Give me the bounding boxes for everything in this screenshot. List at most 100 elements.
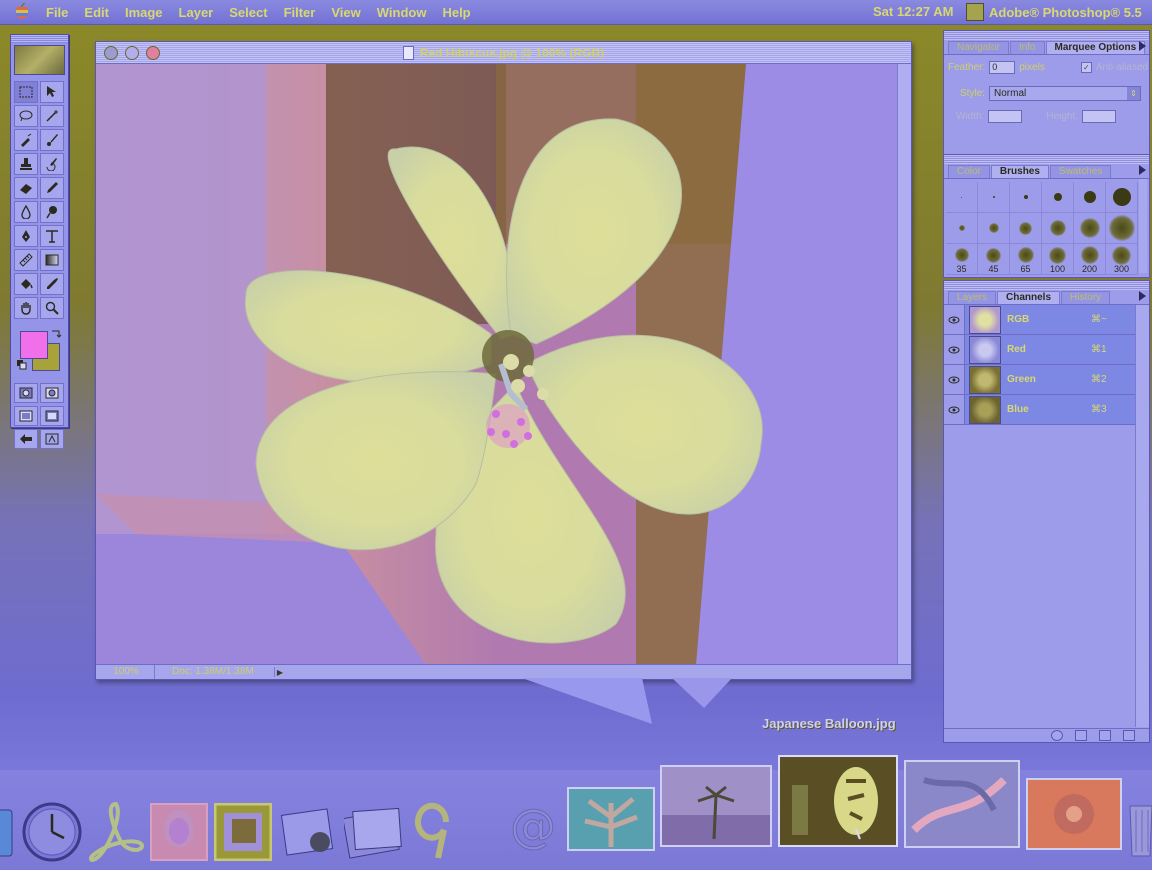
brush-soft-65[interactable]: 65 <box>1010 244 1042 275</box>
swap-colors-icon[interactable] <box>50 329 62 339</box>
style-select[interactable]: Normal ⇕ <box>989 86 1142 101</box>
photo-portrait-icon[interactable] <box>150 803 208 861</box>
brush-soft-200[interactable]: 200 <box>1074 244 1106 275</box>
photoshop-document-icon[interactable] <box>214 803 272 861</box>
documents-folder-icon[interactable] <box>344 804 406 860</box>
image-thumbnail-hibiscus-red[interactable] <box>1026 778 1122 850</box>
pencil-tool-icon[interactable] <box>40 177 64 199</box>
tab-brushes[interactable]: Brushes <box>990 165 1049 178</box>
toolbox-title-bar[interactable] <box>11 35 68 43</box>
image-thumbnail-abstract-blue[interactable] <box>904 760 1020 848</box>
brushes-scrollbar[interactable] <box>1139 179 1147 273</box>
brush-hard-13[interactable] <box>1074 182 1106 213</box>
menu-file[interactable]: File <box>46 5 68 20</box>
rubber-stamp-tool-icon[interactable] <box>14 153 38 175</box>
acrobat-reader-icon[interactable] <box>86 800 146 864</box>
document-vertical-scrollbar[interactable] <box>897 64 911 665</box>
brush-soft-21[interactable] <box>1074 213 1106 244</box>
mac-os-9-icon[interactable] <box>410 800 460 862</box>
move-tool-icon[interactable] <box>40 81 64 103</box>
measure-tool-icon[interactable] <box>14 249 38 271</box>
image-thumbnail-japanese-balloon[interactable] <box>778 755 898 847</box>
brush-soft-5[interactable] <box>946 213 978 244</box>
brush-soft-13[interactable] <box>1010 213 1042 244</box>
paintbrush-tool-icon[interactable] <box>40 129 64 151</box>
minimize-window-button[interactable] <box>125 46 139 60</box>
menu-select[interactable]: Select <box>229 5 267 20</box>
palette-title-bar[interactable] <box>944 281 1149 290</box>
brush-soft-17[interactable] <box>1042 213 1074 244</box>
menu-image[interactable]: Image <box>125 5 163 20</box>
menubar-clock[interactable]: Sat 12:27 AM <box>873 4 953 19</box>
menu-help[interactable]: Help <box>442 5 470 20</box>
clock-icon[interactable] <box>22 802 82 862</box>
blur-tool-icon[interactable] <box>14 201 38 223</box>
brush-soft-27[interactable] <box>1106 213 1138 244</box>
brush-hard-5[interactable] <box>1010 182 1042 213</box>
history-brush-tool-icon[interactable] <box>40 153 64 175</box>
standard-screen-mode-icon[interactable] <box>14 406 38 426</box>
brush-hard-19[interactable] <box>1106 182 1138 213</box>
hand-tool-icon[interactable] <box>14 297 38 319</box>
image-thumbnail-palm-sunset[interactable] <box>660 765 772 847</box>
brush-hard-3[interactable] <box>978 182 1010 213</box>
tab-layers[interactable]: Layers <box>948 291 997 304</box>
image-canvas[interactable] <box>96 64 897 665</box>
pen-tool-icon[interactable] <box>14 225 38 247</box>
eraser-tool-icon[interactable] <box>14 177 38 199</box>
eye-icon[interactable] <box>944 335 965 364</box>
brush-soft-35[interactable]: 35 <box>946 244 978 275</box>
brush-soft-300[interactable]: 300 <box>1106 244 1138 275</box>
palette-menu-arrow-icon[interactable] <box>1139 165 1146 175</box>
tab-channels[interactable]: Channels <box>997 291 1061 304</box>
imageready-icon[interactable] <box>40 429 64 449</box>
paint-bucket-tool-icon[interactable] <box>14 273 38 295</box>
eye-icon[interactable] <box>944 365 965 394</box>
trash-icon[interactable] <box>1123 730 1135 741</box>
magic-wand-tool-icon[interactable] <box>40 105 64 127</box>
zoom-tool-icon[interactable] <box>40 297 64 319</box>
anti-aliased-checkbox[interactable]: ✓ <box>1080 62 1092 73</box>
menu-filter[interactable]: Filter <box>284 5 316 20</box>
height-input[interactable] <box>1082 110 1117 123</box>
eye-icon[interactable] <box>944 305 965 334</box>
brush-soft-100[interactable]: 100 <box>1042 244 1074 275</box>
marquee-tool-icon[interactable] <box>14 81 38 103</box>
brush-hard-9[interactable] <box>1042 182 1074 213</box>
channel-row-red[interactable]: Red ⌘1 <box>944 335 1135 365</box>
palette-title-bar[interactable] <box>944 155 1149 164</box>
menu-window[interactable]: Window <box>377 5 427 20</box>
standard-mode-icon[interactable] <box>14 383 38 403</box>
airbrush-tool-icon[interactable] <box>14 129 38 151</box>
lasso-tool-icon[interactable] <box>14 105 38 127</box>
finder-icon[interactable] <box>0 808 14 858</box>
load-selection-icon[interactable] <box>1051 730 1063 741</box>
channel-row-green[interactable]: Green ⌘2 <box>944 365 1135 395</box>
feather-input[interactable]: 0 <box>989 61 1016 74</box>
tab-navigator[interactable]: Navigator <box>948 41 1009 54</box>
save-selection-icon[interactable] <box>1075 730 1087 741</box>
brush-soft-45[interactable]: 45 <box>978 244 1010 275</box>
trash-icon[interactable] <box>1126 794 1152 858</box>
tab-color[interactable]: Color <box>948 165 990 178</box>
tab-swatches[interactable]: Swatches <box>1049 165 1112 178</box>
tab-history[interactable]: History <box>1061 291 1111 304</box>
brush-hard-1[interactable] <box>946 182 978 213</box>
channel-row-blue[interactable]: Blue ⌘3 <box>944 395 1135 425</box>
new-channel-icon[interactable] <box>1099 730 1111 741</box>
eyedropper-tool-icon[interactable] <box>40 273 64 295</box>
zoom-window-button[interactable] <box>146 46 160 60</box>
apple-menu-icon[interactable] <box>12 2 32 22</box>
menu-edit[interactable]: Edit <box>84 5 109 20</box>
tab-info[interactable]: Info <box>1009 41 1045 54</box>
mail-icon[interactable]: @ <box>505 798 561 862</box>
eye-icon[interactable] <box>944 395 965 424</box>
status-menu-arrow-icon[interactable]: ▶ <box>274 667 285 677</box>
palette-menu-arrow-icon[interactable] <box>1139 291 1146 301</box>
default-colors-icon[interactable] <box>16 359 28 371</box>
quick-mask-mode-icon[interactable] <box>40 383 64 403</box>
document-title-bar[interactable]: Red Hibiscus.jpg @ 100% (RGB) <box>96 42 911 64</box>
iphoto-icon[interactable] <box>280 804 338 860</box>
dodge-tool-icon[interactable] <box>40 201 64 223</box>
image-thumbnail-palm-leaf[interactable] <box>567 787 655 851</box>
